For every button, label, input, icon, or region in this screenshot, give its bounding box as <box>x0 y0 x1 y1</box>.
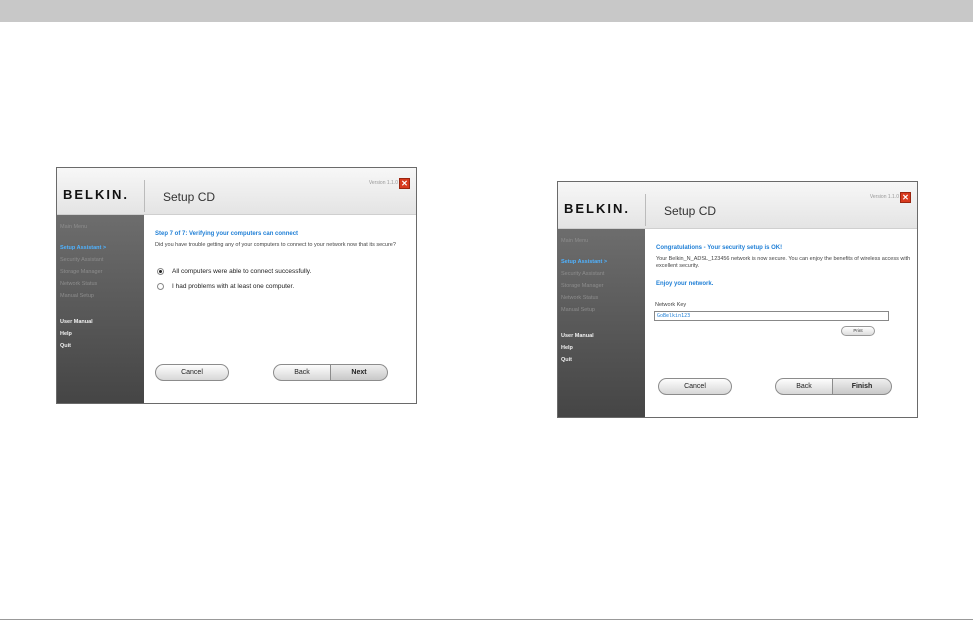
sidebar-item-main-menu[interactable]: Main Menu <box>60 224 87 230</box>
radio-icon[interactable] <box>157 283 164 290</box>
congrats-title: Congratulations - Your security setup is… <box>656 245 783 251</box>
option-all-connected[interactable]: All computers were able to connect succe… <box>157 268 311 275</box>
option-label: I had problems with at least one compute… <box>172 283 295 291</box>
network-key-field[interactable]: GoBelkin123 <box>654 311 889 321</box>
footer-divider <box>0 619 973 620</box>
sidebar-item-network-status[interactable]: Network Status <box>561 295 598 301</box>
sidebar-item-user-manual[interactable]: User Manual <box>561 333 594 339</box>
top-bar <box>0 0 973 22</box>
step-description: Did you have trouble getting any of your… <box>155 242 396 248</box>
sidebar-item-setup-assistant[interactable]: Setup Assistant > <box>60 245 106 251</box>
window-title: Setup CD <box>664 204 717 218</box>
back-button[interactable]: Back <box>273 364 331 381</box>
sidebar-item-storage-manager[interactable]: Storage Manager <box>561 283 604 289</box>
sidebar-item-help[interactable]: Help <box>60 331 72 337</box>
sidebar-item-main-menu[interactable]: Main Menu <box>561 238 588 244</box>
window-title: Setup CD <box>163 190 216 204</box>
sidebar-item-user-manual[interactable]: User Manual <box>60 319 93 325</box>
sidebar-item-network-status[interactable]: Network Status <box>60 281 97 287</box>
version-label: Version 1.1.0 <box>368 180 398 186</box>
sidebar-item-quit[interactable]: Quit <box>60 343 71 349</box>
sidebar: Main Menu Setup Assistant > Security Ass… <box>558 229 645 417</box>
sidebar-item-security-assistant[interactable]: Security Assistant <box>60 257 103 263</box>
security-description: Your Belkin_N_ADSL_123456 network is now… <box>656 256 911 269</box>
sidebar-item-manual-setup[interactable]: Manual Setup <box>561 307 595 313</box>
sidebar-item-setup-assistant[interactable]: Setup Assistant > <box>561 259 607 265</box>
sidebar-item-security-assistant[interactable]: Security Assistant <box>561 271 604 277</box>
step-title: Step 7 of 7: Verifying your computers ca… <box>155 231 299 237</box>
radio-selected-icon[interactable] <box>157 268 164 275</box>
sidebar-item-quit[interactable]: Quit <box>561 357 572 363</box>
setup-window-step7: BELKIN. Setup CD Version 1.1.0 ✕ Main Me… <box>56 167 417 404</box>
belkin-logo: BELKIN. <box>564 201 630 216</box>
window-header: BELKIN. Setup CD Version 1.1.0 ✕ <box>558 182 917 229</box>
close-icon[interactable]: ✕ <box>900 192 911 203</box>
enjoy-text: Enjoy your network. <box>656 281 714 287</box>
sidebar-item-storage-manager[interactable]: Storage Manager <box>60 269 103 275</box>
sidebar-item-help[interactable]: Help <box>561 345 573 351</box>
option-label: All computers were able to connect succe… <box>172 268 312 276</box>
version-label: Version 1.1.0 <box>869 194 899 200</box>
header-divider <box>645 194 646 226</box>
cancel-button[interactable]: Cancel <box>155 364 229 381</box>
sidebar-item-manual-setup[interactable]: Manual Setup <box>60 293 94 299</box>
belkin-logo: BELKIN. <box>63 187 129 202</box>
cancel-button[interactable]: Cancel <box>658 378 732 395</box>
option-had-problems[interactable]: I had problems with at least one compute… <box>157 283 294 290</box>
network-key-label: Network Key <box>655 302 687 308</box>
sidebar: Main Menu Setup Assistant > Security Ass… <box>57 215 144 403</box>
header-divider <box>144 180 145 212</box>
window-header: BELKIN. Setup CD Version 1.1.0 ✕ <box>57 168 416 215</box>
content-panel: Step 7 of 7: Verifying your computers ca… <box>145 215 416 403</box>
back-button[interactable]: Back <box>775 378 833 395</box>
setup-window-complete: BELKIN. Setup CD Version 1.1.0 ✕ Main Me… <box>557 181 918 418</box>
content-panel: Congratulations - Your security setup is… <box>646 229 917 417</box>
close-icon[interactable]: ✕ <box>399 178 410 189</box>
finish-button[interactable]: Finish <box>832 378 892 395</box>
print-button[interactable]: Print <box>841 326 875 336</box>
next-button[interactable]: Next <box>330 364 388 381</box>
